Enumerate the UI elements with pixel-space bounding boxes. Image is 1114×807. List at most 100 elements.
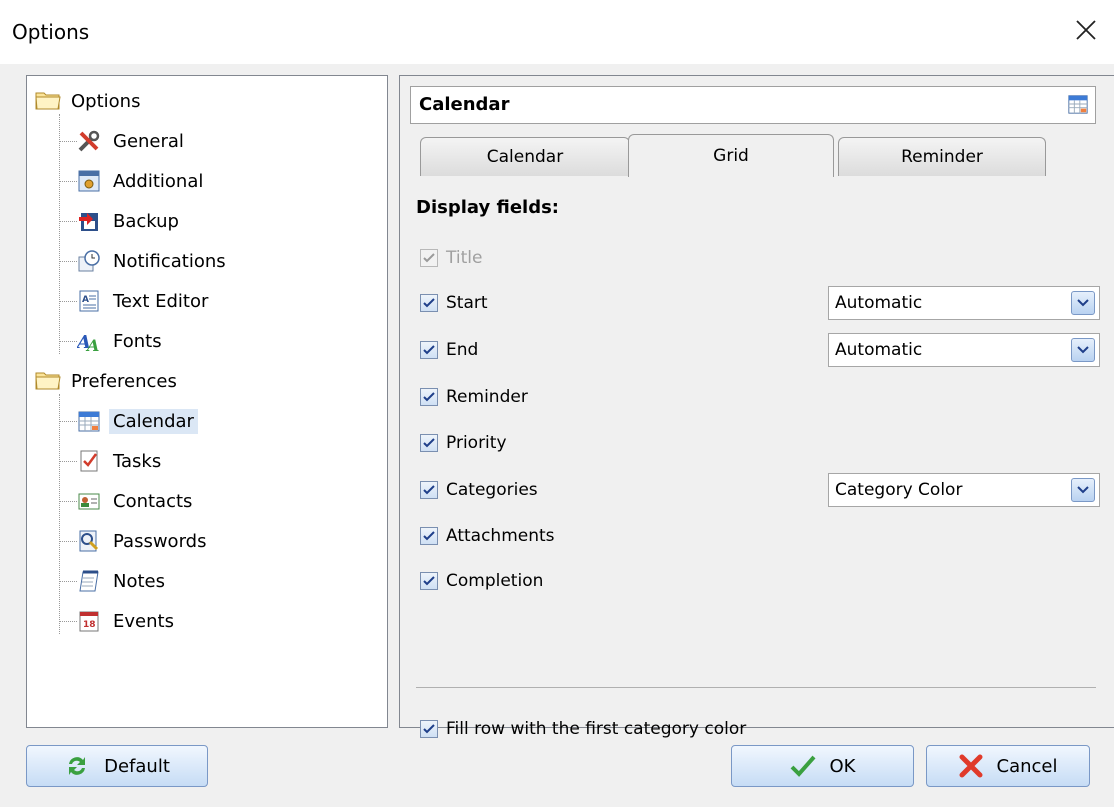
contact-card-icon <box>77 489 101 513</box>
checkbox[interactable] <box>420 720 438 738</box>
cancel-x-icon <box>959 754 983 778</box>
password-key-icon <box>77 529 101 553</box>
dropdown-value: Automatic <box>835 293 923 313</box>
divider <box>416 687 1096 688</box>
checkbox[interactable] <box>420 294 438 312</box>
checkbox-label: End <box>446 340 479 360</box>
tree-item-additional[interactable]: Additional <box>59 166 207 196</box>
checkbox[interactable] <box>420 434 438 452</box>
tree-item-text-editor[interactable]: A Text Editor <box>59 286 212 316</box>
settings-window-icon <box>77 169 101 193</box>
tree-label: Events <box>113 610 174 632</box>
tree-group-preferences[interactable]: Preferences <box>35 366 181 396</box>
options-tree[interactable]: Options General Additional Backup Notifi… <box>26 75 388 728</box>
default-button[interactable]: Default <box>26 745 208 787</box>
checkbox-label: Completion <box>446 571 544 591</box>
tree-item-tasks[interactable]: Tasks <box>59 446 165 476</box>
notepad-icon <box>77 569 101 593</box>
tree-label: Tasks <box>113 450 162 472</box>
backup-icon <box>77 209 101 233</box>
chevron-down-icon[interactable] <box>1071 478 1095 502</box>
tree-label: Notes <box>113 570 165 592</box>
ok-button[interactable]: OK <box>731 745 914 787</box>
task-checklist-icon <box>77 449 101 473</box>
close-icon[interactable] <box>1072 16 1100 44</box>
checkbox-label: Attachments <box>446 526 555 546</box>
checkbox <box>420 249 438 267</box>
checkbox[interactable] <box>420 527 438 545</box>
tree-item-fonts[interactable]: AA Fonts <box>59 326 166 356</box>
refresh-icon <box>64 753 90 779</box>
tree-label: Notifications <box>113 250 226 272</box>
calendar-icon <box>1067 93 1089 115</box>
text-editor-icon: A <box>77 289 101 313</box>
tree-item-general[interactable]: General <box>59 126 188 156</box>
button-label: OK <box>829 755 856 777</box>
event-calendar-icon: 18 <box>77 609 101 633</box>
checkmark-icon <box>790 755 816 777</box>
checkbox[interactable] <box>420 572 438 590</box>
start-format-dropdown[interactable]: Automatic <box>828 286 1100 320</box>
tree-group-options[interactable]: Options <box>35 86 144 116</box>
tree-item-passwords[interactable]: Passwords <box>59 526 210 556</box>
tree-item-calendar[interactable]: Calendar <box>59 406 198 436</box>
svg-text:A: A <box>85 336 99 353</box>
folder-icon <box>35 89 61 113</box>
tree-item-notifications[interactable]: Notifications <box>59 246 230 276</box>
attachments-checkbox[interactable]: Attachments <box>420 523 555 549</box>
dropdown-value: Automatic <box>835 340 923 360</box>
font-icon: AA <box>75 329 101 355</box>
categories-format-dropdown[interactable]: Category Color <box>828 473 1100 507</box>
categories-checkbox[interactable]: Categories <box>420 477 538 503</box>
end-checkbox[interactable]: End <box>420 337 478 363</box>
svg-text:18: 18 <box>83 620 96 630</box>
completion-checkbox[interactable]: Completion <box>420 568 543 594</box>
grid-tab-content: Display fields: Title Start End Reminder… <box>410 175 1100 739</box>
tab-grid[interactable]: Grid <box>628 134 834 177</box>
title-bar: Options <box>0 0 1114 64</box>
end-format-dropdown[interactable]: Automatic <box>828 333 1100 367</box>
checkbox-label: Priority <box>446 433 507 453</box>
settings-panel: Calendar Calendar Grid Reminder Display … <box>399 75 1114 739</box>
tree-label: Fonts <box>113 330 162 352</box>
fill-row-checkbox[interactable]: Fill row with the first category color <box>420 716 746 742</box>
dropdown-value: Category Color <box>835 480 963 500</box>
panel-title: Calendar <box>419 94 510 115</box>
reminder-checkbox[interactable]: Reminder <box>420 384 528 410</box>
panel-header: Calendar <box>410 86 1096 124</box>
title-checkbox: Title <box>420 245 482 271</box>
tree-label: General <box>113 130 184 152</box>
tree-label: Preferences <box>71 370 177 392</box>
start-checkbox[interactable]: Start <box>420 290 488 316</box>
tree-label: Contacts <box>113 490 193 512</box>
priority-checkbox[interactable]: Priority <box>420 430 507 456</box>
checkbox-label: Categories <box>446 480 538 500</box>
tree-label: Passwords <box>113 530 207 552</box>
tree-item-contacts[interactable]: Contacts <box>59 486 196 516</box>
folder-icon <box>35 369 61 393</box>
cancel-button[interactable]: Cancel <box>926 745 1090 787</box>
tree-item-backup[interactable]: Backup <box>59 206 183 236</box>
checkbox-label: Start <box>446 293 488 313</box>
tab-calendar[interactable]: Calendar <box>420 137 630 176</box>
tree-label: Text Editor <box>113 290 209 312</box>
button-label: Cancel <box>996 755 1058 777</box>
clock-icon <box>77 249 101 273</box>
checkbox[interactable] <box>420 341 438 359</box>
svg-text:A: A <box>82 295 89 305</box>
tree-item-notes[interactable]: Notes <box>59 566 169 596</box>
section-title: Display fields: <box>416 197 559 218</box>
tree-item-events[interactable]: 18 Events <box>59 606 178 636</box>
checkbox-label: Fill row with the first category color <box>446 719 747 739</box>
tree-label: Options <box>71 90 141 112</box>
checkbox[interactable] <box>420 481 438 499</box>
checkbox[interactable] <box>420 388 438 406</box>
chevron-down-icon[interactable] <box>1071 338 1095 362</box>
tab-reminder[interactable]: Reminder <box>838 137 1046 176</box>
chevron-down-icon[interactable] <box>1071 291 1095 315</box>
tree-label: Backup <box>113 210 179 232</box>
tools-icon <box>77 129 101 153</box>
tree-label: Additional <box>113 170 204 192</box>
checkbox-label: Reminder <box>446 387 528 407</box>
window-title: Options <box>12 20 90 44</box>
